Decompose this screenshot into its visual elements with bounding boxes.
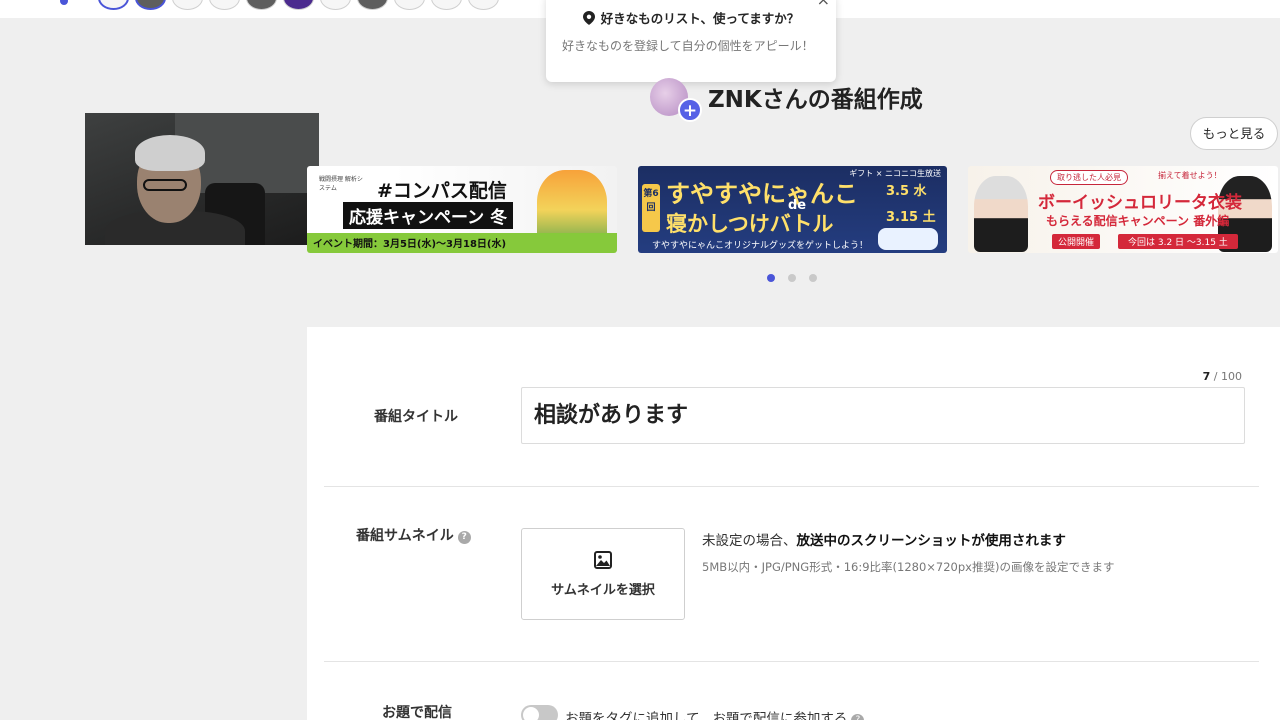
banner-top-text: ギフト × ニコニコ生放送 [849,169,941,178]
banner-tag: 取り逃した人必見 [1050,170,1128,185]
title-char-counter: 7 / 100 [1203,370,1242,383]
avatar-row [98,0,499,10]
banner-date-start: 3.5 水 [886,184,927,199]
page-heading: + ZNKさんの番組作成 [650,78,923,122]
help-icon[interactable]: ? [457,531,471,544]
avatar[interactable] [320,0,351,10]
carousel-dot-1[interactable] [767,274,775,282]
banner-logo: 戦闘摂理 解析システム [319,176,363,192]
user-avatar[interactable]: + [650,78,702,122]
popup-title: 好きなものリスト、使ってますか？ [562,8,820,27]
thumbnail-note-bold: 放送中のスクリーンショットが使用されます [796,533,1066,549]
select-thumbnail-button[interactable]: サムネイルを選択 [521,528,685,620]
title-input[interactable]: 相談があります [521,387,1245,444]
banner-suyasuya[interactable]: ギフト × ニコニコ生放送 第6回 すやすやにゃんこ de 寝かしつけバトル 3… [638,166,947,253]
carousel-dot-2[interactable] [788,274,796,282]
topic-toggle[interactable] [521,705,558,720]
banner-subtitle: もらえる配信キャンペーン 番外編 [1046,214,1230,228]
avatar[interactable] [357,0,388,10]
page-title: ZNKさんの番組作成 [708,87,923,113]
program-form: 7 / 100 番組タイトル 相談があります 番組サムネイル? サムネイルを選択… [307,327,1280,720]
carousel-dot-3[interactable] [809,274,817,282]
avatar[interactable] [98,0,129,10]
thumbnail-note-prefix: 未設定の場合、 [702,533,797,549]
more-button[interactable]: もっと見る [1190,117,1278,150]
banner-subtitle: 応援キャンペーン 冬 [343,202,514,229]
banner-title-2: 寝かしつけバトル [666,212,834,236]
notification-dot [60,0,68,5]
avatar[interactable] [246,0,277,10]
popup-body: 好きなものを登録して自分の個性をアピール！ [562,39,814,53]
divider [324,661,1259,662]
webcam-person-hair [135,135,205,171]
banner-date-end: 3.15 土 [886,210,936,225]
counter-separator: / [1210,370,1221,383]
banner-period: イベント期間：3月5日(水)～3月18日(水) [313,239,507,250]
thumbnail-label-text: 番組サムネイル [356,528,454,544]
banner-chip: 公開開催 [1052,234,1101,249]
topic-toggle-text: お題をタグに追加して、お題で配信に参加する [565,711,848,720]
banner-badge: 第6回 [642,184,660,232]
carousel-dots [767,274,817,282]
banner-tag-2: 揃えて着せよう！ [1158,171,1222,180]
avatar[interactable] [209,0,240,10]
topic-toggle-label: お題をタグに追加して、お題で配信に参加する? [565,707,865,720]
thumbnail-note: 未設定の場合、放送中のスクリーンショットが使用されます [702,529,1066,549]
avatar[interactable] [283,0,314,10]
help-icon[interactable]: ? [851,714,865,720]
popup-title-text: 好きなものリスト、使ってますか？ [600,11,800,26]
divider [324,486,1259,487]
banner-boyish-lolita[interactable]: 取り逃した人必見 揃えて着せよう！ ボーイッシュロリータ衣装 もらえる配信キャン… [968,166,1278,253]
webcam-overlay [85,113,319,245]
banner-character-left [974,176,1028,252]
avatar[interactable] [431,0,462,10]
select-thumbnail-label: サムネイルを選択 [551,583,655,598]
favorites-popup: × 好きなものリスト、使ってますか？ 好きなものを登録して自分の個性をアピール！ [546,0,836,82]
avatar[interactable] [172,0,203,10]
topic-label: お題で配信 [382,705,452,720]
thumbnail-requirements: 5MB以内・JPG/PNG形式・16:9比率(1280×720px推奨)の画像を… [702,560,1115,574]
title-label: 番組タイトル [374,409,458,425]
banner-title: すやすやにゃんこ [666,180,858,208]
toggle-knob [523,707,539,720]
avatar[interactable] [468,0,499,10]
banner-footer: すやすやにゃんこオリジナルグッズをゲットしよう！ [652,241,869,251]
webcam-glasses [143,179,187,191]
thumbnail-label: 番組サムネイル? [356,525,471,545]
image-icon [594,551,612,569]
close-icon[interactable]: × [817,0,830,9]
plus-icon[interactable]: + [678,98,702,122]
banner-title: ボーイッシュロリータ衣装 [1038,193,1242,213]
avatar[interactable] [135,0,166,10]
banner-title: #コンパス配信 [377,180,507,202]
counter-max: 100 [1221,370,1242,383]
banner-chip-dates: 今回は 3.2 日 ～3.15 土 [1118,234,1238,249]
banner-cat-illustration [878,228,938,250]
location-pin-icon [582,10,595,25]
banner-compass[interactable]: 戦闘摂理 解析システム #コンパス配信 応援キャンペーン 冬 イベント期間：3月… [307,166,617,253]
avatar[interactable] [394,0,425,10]
